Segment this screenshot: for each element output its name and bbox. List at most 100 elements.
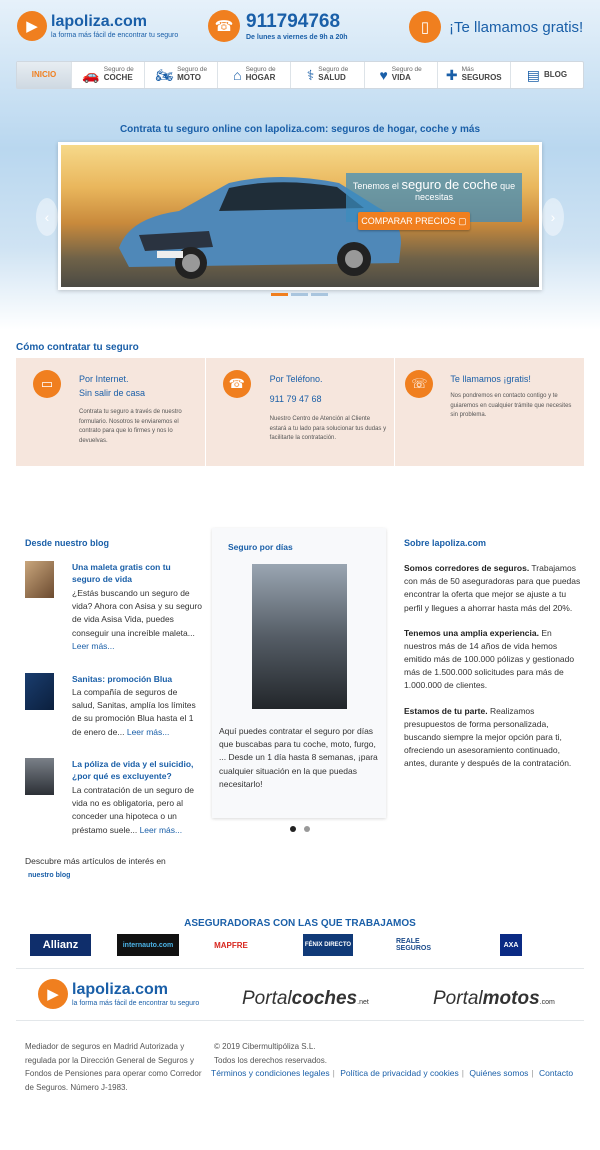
site-logo[interactable]: ▶ lapoliza.com la forma más fácil de enc… [17,11,178,41]
how-title: Cómo contratar tu seguro [16,342,139,353]
footer-logo[interactable]: ▶ lapoliza.com la forma más fácil de enc… [38,979,199,1009]
logo-tagline: la forma más fácil de encontrar tu segur… [51,31,179,39]
card-text: Aquí puedes contratar el seguro por días… [219,726,378,789]
parked-cars-image [252,564,347,709]
about-lead: Somos corredores de seguros. [404,563,530,573]
slider-dot[interactable] [271,293,288,296]
how-subhead: Sin salir de casa [79,388,146,399]
top-bar: ▶ lapoliza.com la forma más fácil de enc… [0,0,600,56]
logo-play-icon: ▶ [17,11,47,41]
daily-insurance-card[interactable]: Seguro por días Aquí puedes contratar el… [212,528,386,818]
how-head[interactable]: Te llamamos ¡gratis! [450,372,531,386]
copyright-line: © 2019 Cibermultipóliza S.L. [214,1042,316,1051]
slide-text-line2: necesitas [414,192,454,202]
read-more-link[interactable]: Leer más... [127,727,170,737]
nav-hogar[interactable]: ⌂ Seguro de HOGAR [218,62,292,88]
portalcoches-logo[interactable]: Portalcoches.net [242,988,369,1010]
chevron-left-icon: ‹ [44,209,50,225]
chevron-right-icon: › [550,209,556,225]
nav-label: INICIO [31,69,57,79]
nav-label: COCHE [103,73,133,83]
slider-next-button[interactable]: › [542,198,564,236]
callback-text: ¡Te llamamos gratis! [449,18,584,36]
portalmotos-logo[interactable]: Portalmotos.com [433,988,555,1010]
car-icon: 🚗 [82,66,100,83]
how-internet: ▭ Por Internet. Sin salir de casa Contrat… [16,358,206,466]
callback-link[interactable]: ▯ ¡Te llamamos gratis! [409,11,583,43]
heartbeat-icon: ♥ [379,66,388,83]
about-lead: Tenemos una amplia experiencia. [404,627,539,638]
carousel-dot[interactable] [290,826,296,832]
nav-salud[interactable]: ⚕ Seguro de SALUD [291,62,365,88]
logo-play-icon: ▶ [38,979,68,1009]
nav-coche[interactable]: 🚗 Seguro de COCHE [72,62,146,88]
reale-seguros-logo[interactable]: REALE SEGUROS [396,934,436,956]
blog-title: Desde nuestro blog [25,538,110,548]
slider-dot[interactable] [311,293,328,296]
slider-dot[interactable] [291,293,308,296]
terms-link[interactable]: Términos y condiciones legales [211,1068,330,1078]
slider-prev-button[interactable]: ‹ [36,198,58,236]
stethoscope-icon: ⚕ [306,66,315,83]
blog-column: Desde nuestro blog Una maleta gratis con… [25,538,202,879]
how-panel: ▭ Por Internet. Sin salir de casa Contrat… [16,358,584,466]
about-title: Sobre lapoliza.com [404,538,487,548]
mapfre-logo[interactable]: MAPFRE [210,934,252,956]
nav-label: BLOG [543,69,568,79]
fenix-directo-logo[interactable]: FÉNIX DIRECTO [303,934,353,956]
contact-link[interactable]: Contacto [539,1068,573,1078]
portal-suffix: .net [357,999,369,1006]
allianz-logo[interactable]: Allianz [30,934,91,956]
read-more-link[interactable]: Leer más... [140,825,183,835]
compare-prices-button[interactable]: COMPARAR PRECIOS ▢ [358,212,470,230]
discover-text: Descubre más artículos de interés en [25,856,166,866]
post-thumbnail[interactable] [25,758,54,795]
footer-links: Términos y condiciones legales | Política… [211,1068,574,1078]
privacy-link[interactable]: Política de privacidad y cookies [340,1068,459,1078]
divider [16,968,584,969]
divider [16,1020,584,1021]
phone-icon: ☎ [208,10,240,42]
copyright-line: Todos los derechos reservados. [214,1055,327,1065]
post-title[interactable]: Sanitas: promoción Blua [72,673,200,685]
nav-mas-seguros[interactable]: ✚ Más SEGUROS [438,62,511,88]
blog-post: Una maleta gratis con tu seguro de vida … [25,561,202,671]
blog-post: La póliza de vida y el suicidio, ¿por qu… [25,758,200,838]
mobile-phone-icon: ▯ [409,11,441,43]
nav-moto[interactable]: 🏍 Seguro de MOTO [145,62,219,88]
blog-link[interactable]: nuestro blog [28,872,70,879]
read-more-link[interactable]: Leer más... [72,641,115,651]
about-us-link[interactable]: Quiénes somos [469,1068,528,1078]
hero-slider: Tenemos el seguro de coche que necesitas… [58,142,542,290]
phone-hours: De lunes a viernes de 9h a 20h [246,33,348,41]
headset-icon: ☏ [405,370,434,398]
header-phone[interactable]: ☎ 911794768 De lunes a viernes de 9h a 2… [208,10,348,42]
carousel-dot[interactable] [304,826,310,832]
post-title[interactable]: La póliza de vida y el suicidio, ¿por qu… [72,758,200,783]
external-link-icon: ▢ [458,215,467,226]
axa-logo[interactable]: AXA [500,934,522,956]
how-phone-number[interactable]: 911 79 47 68 [270,392,323,406]
nav-label: VIDA [391,73,411,83]
about-column: Sobre lapoliza.com Somos corredores de s… [404,538,584,770]
portal-text: Portal [242,988,292,1009]
nav-inicio[interactable]: INICIO [17,62,72,88]
copyright: © 2019 Cibermultipóliza S.L. Todos los d… [214,1040,327,1067]
nav-label: HOGAR [245,73,276,83]
post-excerpt: ¿Estás buscando un seguro de vida? Ahora… [72,588,202,638]
card-dots [290,826,310,832]
about-lead: Estamos de tu parte. [404,705,488,716]
post-thumbnail[interactable] [25,561,54,598]
nav-blog[interactable]: ▤ BLOG [511,62,583,88]
how-text: Nos pondremos en contacto contigo y te g… [450,393,572,419]
nav-label: SEGUROS [461,73,502,83]
slide-text-end: que [500,181,516,191]
post-thumbnail[interactable] [25,673,54,710]
nav-label: SALUD [318,73,346,83]
post-title[interactable]: Una maleta gratis con tu seguro de vida [72,561,200,586]
discover-more: Descubre más artículos de interés en nues… [25,855,200,882]
button-label: COMPARAR PRECIOS [361,216,456,226]
nav-label: MOTO [177,73,201,83]
internauto-logo[interactable]: internauto.com [117,934,179,956]
nav-vida[interactable]: ♥ Seguro de VIDA [365,62,438,88]
